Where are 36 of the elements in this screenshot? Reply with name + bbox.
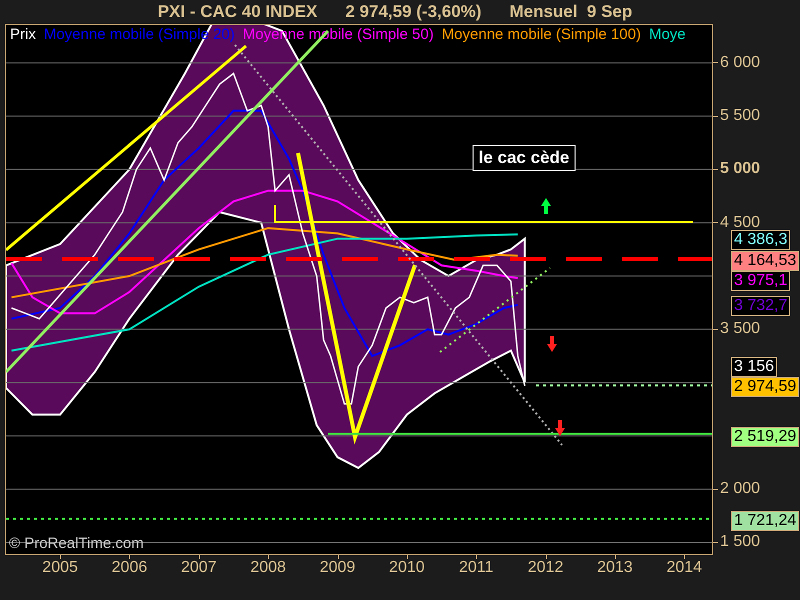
axis-label: 4 500 <box>720 216 760 230</box>
credit-text: © ProRealTime.com <box>9 535 144 553</box>
price-label: 1 721,24 <box>731 511 800 531</box>
axis-label: 2 000 <box>720 482 760 496</box>
axis-label: 2006 <box>112 558 148 578</box>
legend-label: Prix <box>10 25 36 45</box>
price-label: 2 519,29 <box>731 427 800 447</box>
chart-title: PXI - CAC 40 INDEX <box>158 1 318 24</box>
axis-label: 2012 <box>528 558 564 578</box>
up-arrow-icon <box>541 198 551 214</box>
axis-label: 2011 <box>459 558 494 578</box>
axis-label: 5 000 <box>720 162 760 176</box>
down-arrow-icon <box>547 336 557 352</box>
axis-label: 3 500 <box>720 322 760 336</box>
legend-label: Moye <box>648 25 686 45</box>
price-label: 3 732,7 <box>731 296 790 316</box>
note-label: le cac cède <box>472 145 576 171</box>
axis-label: 2008 <box>250 558 286 578</box>
price-label: 4 164,53 <box>731 251 800 271</box>
axis-label: 2005 <box>42 558 78 578</box>
price-label: 3 975,1 <box>731 271 790 291</box>
down-arrow-icon <box>555 420 565 436</box>
last-quote: 2 974,59 (-3,60%) <box>345 1 482 24</box>
price-label: 4 386,3 <box>731 230 790 250</box>
axis-label: 1 500 <box>720 535 760 550</box>
axis-label: 2013 <box>597 558 633 578</box>
axis-label: 2014 <box>666 558 702 578</box>
axis-label: 5 500 <box>720 109 760 124</box>
period-label: Mensuel 9 Sep <box>509 1 632 24</box>
price-label: 2 974,59 <box>731 377 800 397</box>
axis-label: 2009 <box>320 558 356 578</box>
legend-label: Moyenne mobile (Simple 100) <box>442 25 641 45</box>
axis-label: 2010 <box>389 558 425 578</box>
price-label: 3 156 <box>731 357 778 377</box>
axis-label: 2007 <box>181 558 217 578</box>
axis-label: 6 000 <box>720 56 760 70</box>
